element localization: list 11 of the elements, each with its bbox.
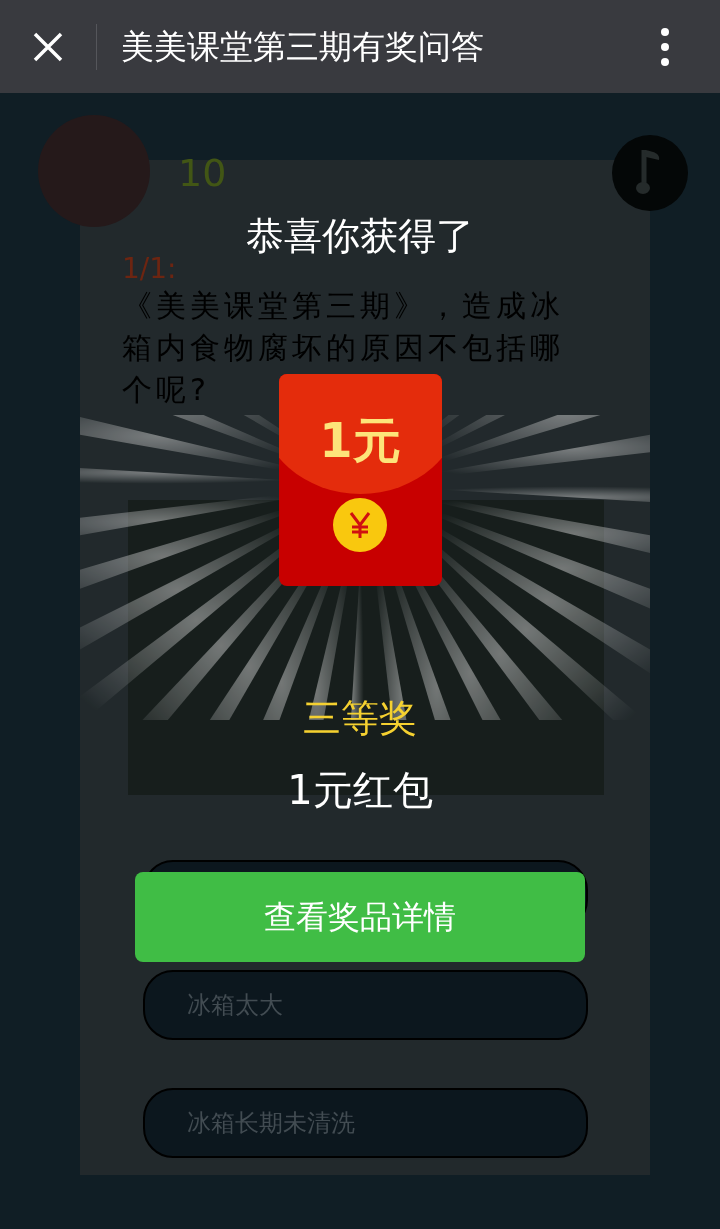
more-icon[interactable]	[660, 26, 670, 67]
congratulations-heading: 恭喜你获得了	[246, 214, 474, 258]
envelope-amount: 1元	[319, 414, 401, 466]
prize-name: 1元红包	[287, 767, 433, 813]
prize-level: 三等奖	[303, 696, 417, 740]
close-icon[interactable]	[32, 30, 64, 63]
page-title: 美美课堂第三期有奖问答	[121, 25, 484, 68]
score: 10	[178, 150, 227, 197]
yen-coin-icon	[333, 498, 387, 552]
question-number: 1/1:	[122, 253, 178, 285]
view-prize-details-button[interactable]: 查看奖品详情	[135, 872, 585, 962]
